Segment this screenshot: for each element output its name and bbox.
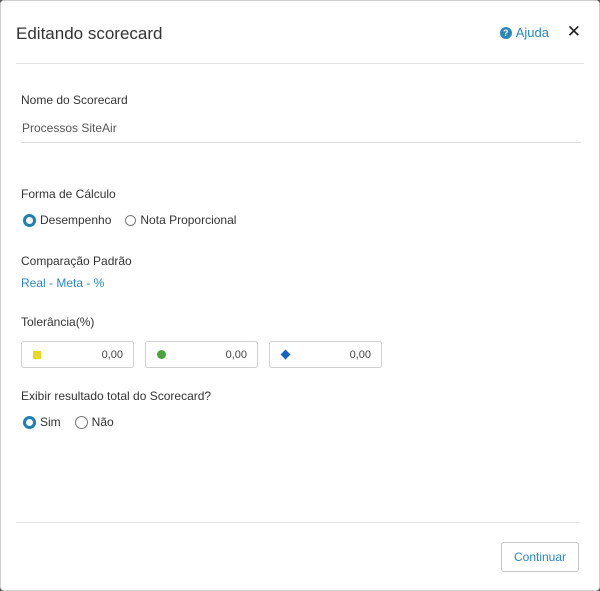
edit-scorecard-dialog: Editando scorecard ? Ajuda ✕ Nome do Sco… xyxy=(0,0,600,591)
help-label: Ajuda xyxy=(515,25,549,40)
radio-desempenho[interactable]: Desempenho xyxy=(23,213,111,227)
radio-sim[interactable]: Sim xyxy=(23,415,61,429)
radio-nao[interactable]: Não xyxy=(74,415,114,429)
tolerance-field-blue xyxy=(269,341,382,368)
scorecard-name-input[interactable] xyxy=(21,113,581,143)
radio-nota-proporcional-label: Nota Proporcional xyxy=(140,213,237,227)
radio-unchecked-icon xyxy=(125,214,137,226)
show-total-label: Exibir resultado total do Scorecard? xyxy=(21,389,212,403)
help-icon: ? xyxy=(499,26,512,39)
scorecard-name-label: Nome do Scorecard xyxy=(21,93,128,107)
dialog-title: Editando scorecard xyxy=(16,24,163,43)
comparison-label: Comparação Padrão xyxy=(21,254,132,268)
radio-unchecked-icon xyxy=(74,415,88,429)
tolerance-label: Tolerância(%) xyxy=(21,315,95,329)
dialog-header: Editando scorecard ? Ajuda ✕ xyxy=(16,1,584,64)
help-link[interactable]: ? Ajuda xyxy=(499,25,549,40)
tolerance-blue-input[interactable] xyxy=(289,347,381,362)
radio-checked-icon xyxy=(23,213,36,227)
close-icon[interactable]: ✕ xyxy=(567,22,581,42)
tolerance-yellow-input[interactable] xyxy=(41,347,133,362)
radio-checked-icon xyxy=(23,415,36,429)
tolerance-field-yellow xyxy=(21,341,134,368)
calc-method-radio-group: Desempenho Nota Proporcional xyxy=(23,213,250,227)
comparison-selector-link[interactable]: Real - Meta - % xyxy=(21,276,104,290)
radio-sim-label: Sim xyxy=(40,415,61,429)
green-circle-icon xyxy=(157,350,166,359)
radio-desempenho-label: Desempenho xyxy=(40,213,112,227)
show-total-radio-group: Sim Não xyxy=(23,415,128,429)
yellow-square-icon xyxy=(33,350,41,359)
radio-nota-proporcional[interactable]: Nota Proporcional xyxy=(125,213,236,227)
footer-divider xyxy=(16,522,580,523)
calc-method-label: Forma de Cálculo xyxy=(21,187,116,201)
radio-nao-label: Não xyxy=(91,415,114,429)
tolerance-field-green xyxy=(145,341,258,368)
tolerance-green-input[interactable] xyxy=(166,347,257,362)
continue-button[interactable]: Continuar xyxy=(501,542,579,572)
